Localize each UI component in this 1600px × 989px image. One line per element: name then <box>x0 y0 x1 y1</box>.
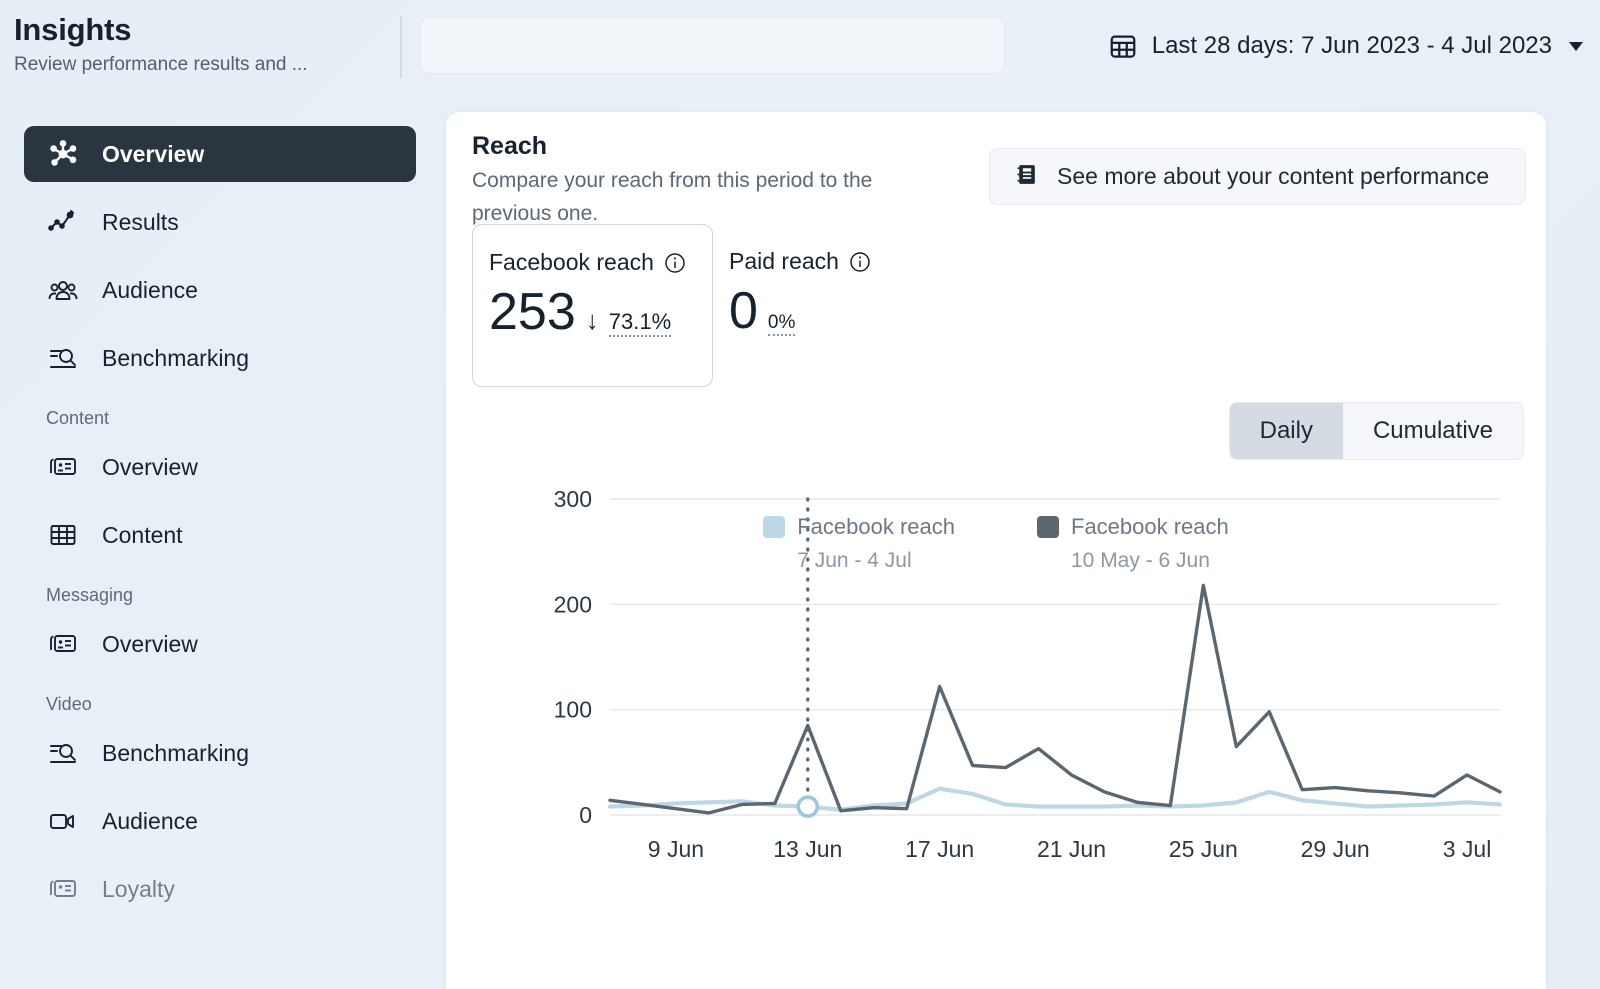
x-axis-tick: 9 Jun <box>648 836 704 862</box>
metric-label: Facebook reach <box>489 249 654 276</box>
y-axis-tick: 300 <box>554 486 592 512</box>
metric-delta[interactable]: 0% <box>768 312 795 336</box>
x-axis-tick: 29 Jun <box>1301 836 1370 862</box>
sidebar-item-label: Overview <box>102 454 198 481</box>
results-trend-icon <box>46 205 80 239</box>
benchmarking-search-icon <box>46 736 80 770</box>
sidebar-item-results[interactable]: Results <box>24 194 416 250</box>
sidebar-item-label: Audience <box>102 808 198 835</box>
legend-label: Facebook reach <box>1071 510 1229 544</box>
reach-panel: Reach Compare your reach from this perio… <box>446 112 1546 989</box>
x-axis-tick: 25 Jun <box>1169 836 1238 862</box>
overview-hub-icon <box>46 137 80 171</box>
metric-cards: Facebook reach 253 ↓ 73.1% <box>472 224 954 387</box>
metric-value-row: 253 ↓ 73.1% <box>489 286 712 338</box>
legend-swatch-current <box>763 516 785 538</box>
legend-range: 10 May - 6 Jun <box>1071 544 1229 578</box>
y-axis-tick: 0 <box>579 802 592 828</box>
legend-label: Facebook reach <box>797 510 955 544</box>
sidebar-item-label: Loyalty <box>102 876 175 903</box>
chart-granularity-toggle: Daily Cumulative <box>1229 402 1524 460</box>
sidebar-item-label: Overview <box>102 141 204 168</box>
info-icon[interactable] <box>664 252 686 274</box>
date-range-label: Last 28 days: 7 Jun 2023 - 4 Jul 2023 <box>1152 32 1552 60</box>
trend-down-icon: ↓ <box>586 305 599 336</box>
content-cards-icon <box>46 872 80 906</box>
page-section-description: Compare your reach from this period to t… <box>472 164 922 230</box>
legend-text: Facebook reach 10 May - 6 Jun <box>1071 510 1229 578</box>
x-axis-tick: 21 Jun <box>1037 836 1106 862</box>
metric-header: Facebook reach <box>489 249 712 276</box>
legend-item-previous[interactable]: Facebook reach 10 May - 6 Jun <box>1037 510 1229 578</box>
toggle-option-daily[interactable]: Daily <box>1230 403 1343 459</box>
sidebar-item-messaging-overview[interactable]: Overview <box>24 616 416 672</box>
legend-range: 7 Jun - 4 Jul <box>797 544 955 578</box>
page-title: Insights <box>14 12 131 48</box>
chart-series-line <box>610 585 1500 813</box>
metric-value-row: 0 0% <box>729 285 954 337</box>
header-divider <box>400 16 402 78</box>
x-axis-tick: 3 Jul <box>1443 836 1492 862</box>
legend-item-current[interactable]: Facebook reach 7 Jun - 4 Jul <box>763 510 955 578</box>
sidebar-item-benchmarking[interactable]: Benchmarking <box>24 330 416 386</box>
metric-delta[interactable]: 73.1% <box>609 309 671 337</box>
sidebar: Overview Results <box>0 96 440 989</box>
x-axis-tick: 13 Jun <box>773 836 842 862</box>
page-section-title: Reach <box>472 132 547 161</box>
content-cards-icon <box>46 627 80 661</box>
y-axis-tick: 100 <box>554 697 592 723</box>
video-camera-icon <box>46 804 80 838</box>
hover-point-marker <box>798 797 817 816</box>
metric-value: 253 <box>489 286 576 338</box>
sidebar-section-content: Content <box>46 408 440 429</box>
benchmarking-search-icon <box>46 341 80 375</box>
chart-legend: Facebook reach 7 Jun - 4 Jul Facebook re… <box>446 510 1546 578</box>
legend-text: Facebook reach 7 Jun - 4 Jul <box>797 510 955 578</box>
sidebar-item-video-benchmarking[interactable]: Benchmarking <box>24 725 416 781</box>
sidebar-section-video: Video <box>46 694 440 715</box>
sidebar-item-content-overview[interactable]: Overview <box>24 439 416 495</box>
sidebar-item-label: Results <box>102 209 179 236</box>
sidebar-item-audience[interactable]: Audience <box>24 262 416 318</box>
content-cards-icon <box>46 450 80 484</box>
metric-value: 0 <box>729 285 758 337</box>
sidebar-item-label: Benchmarking <box>102 345 249 372</box>
report-book-icon <box>1014 162 1039 192</box>
audience-people-icon <box>46 273 80 307</box>
y-axis-tick: 200 <box>554 591 592 617</box>
toggle-option-cumulative[interactable]: Cumulative <box>1343 403 1523 459</box>
sidebar-item-label: Audience <box>102 277 198 304</box>
metric-card-facebook-reach[interactable]: Facebook reach 253 ↓ 73.1% <box>472 224 713 387</box>
date-range-picker[interactable]: Last 28 days: 7 Jun 2023 - 4 Jul 2023 <box>1108 22 1586 70</box>
see-more-content-performance-button[interactable]: See more about your content performance <box>989 148 1526 205</box>
search-input[interactable] <box>421 18 1004 73</box>
info-icon[interactable] <box>849 251 871 273</box>
calendar-icon <box>1108 31 1138 61</box>
sidebar-item-label: Content <box>102 522 183 549</box>
search-box[interactable] <box>420 17 1005 74</box>
metric-card-paid-reach[interactable]: Paid reach 0 0% <box>713 224 954 387</box>
insights-page: Insights Review performance results and … <box>0 0 1600 989</box>
metric-label: Paid reach <box>729 248 839 275</box>
x-axis-tick: 17 Jun <box>905 836 974 862</box>
sidebar-item-video-loyalty[interactable]: Loyalty <box>24 861 416 917</box>
chevron-down-icon[interactable] <box>1566 36 1586 56</box>
legend-swatch-previous <box>1037 516 1059 538</box>
page-header: Insights Review performance results and … <box>0 0 1600 96</box>
sidebar-item-overview[interactable]: Overview <box>24 126 416 182</box>
metric-header: Paid reach <box>729 248 954 275</box>
page-subtitle: Review performance results and ... <box>14 54 308 76</box>
sidebar-section-messaging: Messaging <box>46 585 440 606</box>
table-grid-icon <box>46 518 80 552</box>
sidebar-item-label: Overview <box>102 631 198 658</box>
see-more-content-performance-label: See more about your content performance <box>1057 163 1489 190</box>
sidebar-item-label: Benchmarking <box>102 740 249 767</box>
sidebar-item-content-table[interactable]: Content <box>24 507 416 563</box>
sidebar-item-video-audience[interactable]: Audience <box>24 793 416 849</box>
